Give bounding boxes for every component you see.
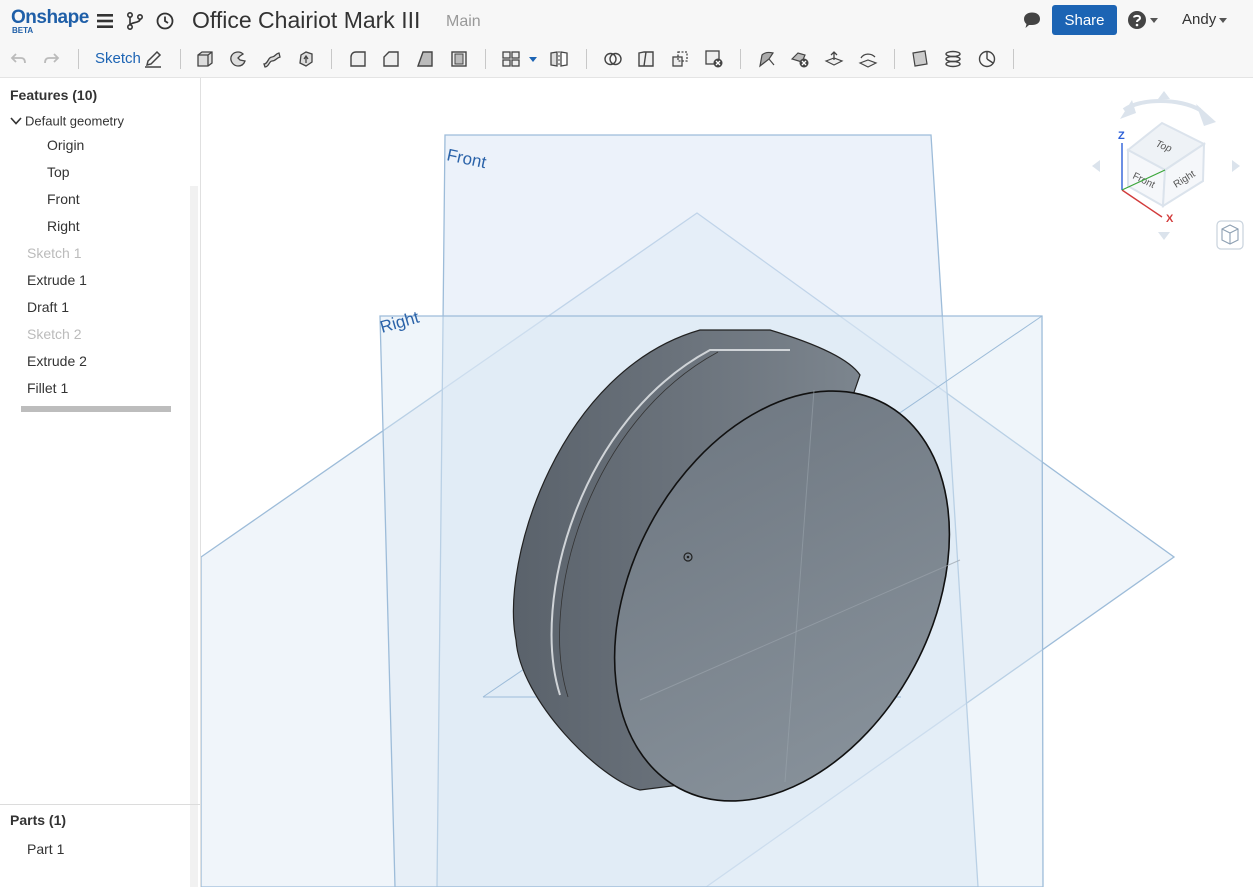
delete-part-icon[interactable]: [704, 49, 724, 69]
transform-icon[interactable]: [670, 49, 690, 69]
move-face-icon[interactable]: [824, 49, 844, 69]
toolbar-separator: [485, 49, 486, 69]
helix-icon[interactable]: [943, 49, 963, 69]
toolbar-separator: [586, 49, 587, 69]
toolbar-separator: [1013, 49, 1014, 69]
feature-extrude-1[interactable]: Extrude 1: [27, 272, 87, 288]
feature-list-scrollbar[interactable]: [190, 186, 198, 880]
top-bar: Onshape BETA Office Chairiot Mark III Ma…: [0, 0, 1253, 41]
share-button[interactable]: Share: [1052, 5, 1117, 35]
feature-front-plane[interactable]: Front: [47, 191, 80, 207]
modify-fillet-icon[interactable]: [757, 49, 777, 69]
rollback-bar[interactable]: [21, 406, 171, 412]
revolve-icon[interactable]: [228, 49, 248, 69]
delete-face-icon[interactable]: [790, 49, 810, 69]
feature-sketch-1[interactable]: Sketch 1: [27, 245, 81, 261]
feature-origin[interactable]: Origin: [47, 137, 84, 153]
pattern-icon[interactable]: [501, 49, 521, 69]
user-caret-icon: [1219, 17, 1228, 23]
draft-icon[interactable]: [415, 49, 435, 69]
pattern-dropdown-icon[interactable]: [529, 57, 537, 63]
parts-divider: [0, 804, 200, 805]
help-caret-icon: [1150, 17, 1158, 23]
feature-top-plane[interactable]: Top: [47, 164, 70, 180]
help-menu[interactable]: [1127, 10, 1158, 30]
model-canvas[interactable]: Front Right Top Front Right Z X: [201, 78, 1253, 887]
part-1[interactable]: Part 1: [27, 841, 64, 857]
document-title[interactable]: Office Chairiot Mark III: [192, 7, 420, 34]
mirror-icon[interactable]: [549, 49, 569, 69]
history-icon[interactable]: [154, 10, 176, 32]
replace-face-icon[interactable]: [858, 49, 878, 69]
x-axis-label: X: [1166, 213, 1174, 225]
logo-badge: BETA: [12, 26, 34, 35]
workspace-name[interactable]: Main: [446, 13, 481, 31]
toolbar-separator: [78, 49, 79, 69]
logo-text: Onshape: [11, 7, 89, 28]
graphics-viewport[interactable]: Front Right Top Front Right Z X: [201, 78, 1253, 887]
feature-list-panel: Features (10) Default geometry Origin To…: [0, 78, 201, 887]
help-icon: [1128, 11, 1146, 29]
user-menu[interactable]: Andy: [1182, 11, 1228, 28]
chamfer-icon[interactable]: [381, 49, 401, 69]
extrude-icon[interactable]: [195, 49, 215, 69]
sketch-pencil-icon[interactable]: [143, 49, 163, 69]
loft-icon[interactable]: [296, 49, 316, 69]
features-header: Features (10): [10, 87, 98, 103]
undo-icon[interactable]: [9, 49, 29, 69]
feature-toolbar: Sketch: [0, 41, 1253, 78]
parts-scrollbar[interactable]: [190, 833, 198, 887]
view-cube[interactable]: Top Front Right Z X: [1092, 91, 1240, 240]
toolbar-separator: [740, 49, 741, 69]
user-name: Andy: [1182, 11, 1217, 28]
plane-icon[interactable]: [910, 49, 930, 69]
feature-draft-1[interactable]: Draft 1: [27, 299, 69, 315]
feature-sketch-2[interactable]: Sketch 2: [27, 326, 81, 342]
split-icon[interactable]: [636, 49, 656, 69]
comment-icon[interactable]: [1021, 9, 1043, 31]
feature-right-plane[interactable]: Right: [47, 218, 80, 234]
chevron-down-icon: [10, 117, 22, 125]
branch-icon[interactable]: [124, 10, 146, 32]
mate-connector-icon[interactable]: [977, 49, 997, 69]
toolbar-separator: [331, 49, 332, 69]
default-geometry-label: Default geometry: [25, 113, 124, 129]
view-cube-icon[interactable]: [1216, 220, 1244, 250]
onshape-logo[interactable]: Onshape BETA: [11, 8, 89, 35]
sketch-button[interactable]: Sketch: [95, 50, 141, 67]
redo-icon[interactable]: [41, 49, 61, 69]
feature-extrude-2[interactable]: Extrude 2: [27, 353, 87, 369]
boolean-icon[interactable]: [603, 49, 623, 69]
toolbar-separator: [180, 49, 181, 69]
toolbar-separator: [894, 49, 895, 69]
z-axis-label: Z: [1118, 130, 1125, 142]
shell-icon[interactable]: [449, 49, 469, 69]
fillet-icon[interactable]: [348, 49, 368, 69]
parts-header: Parts (1): [10, 812, 67, 828]
feature-fillet-1[interactable]: Fillet 1: [27, 380, 68, 396]
sweep-icon[interactable]: [262, 49, 282, 69]
menu-icon[interactable]: [94, 10, 116, 32]
default-geometry-folder[interactable]: Default geometry: [10, 112, 124, 130]
